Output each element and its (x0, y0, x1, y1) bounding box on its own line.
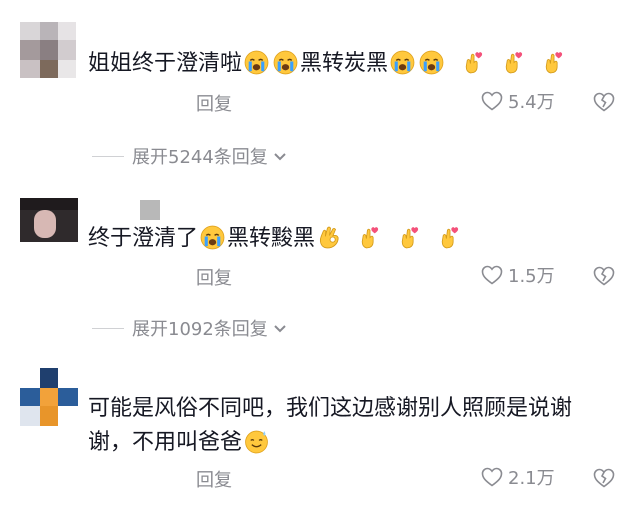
comment-text: 可能是风俗不同吧，我们这边感谢别人照顾是说谢 (88, 396, 573, 421)
divider-line (92, 327, 124, 329)
avatar[interactable] (20, 198, 78, 242)
comment-text-part: 姐姐终于澄清啦 (88, 51, 243, 76)
avatar[interactable] (20, 368, 78, 426)
like-count: 2.1万 (508, 468, 555, 489)
like-button[interactable]: 5.4万 (480, 88, 555, 114)
expand-replies-label: 展开1092条回复 (132, 319, 268, 340)
comment-text: 姐姐终于澄清啦 黑转炭黑 (88, 46, 568, 82)
crossed-fingers-heart-icon (357, 225, 382, 250)
crying-emoji-icon (200, 225, 225, 250)
heart-outline-icon (480, 89, 504, 113)
reply-button[interactable]: 回复 (196, 264, 232, 290)
expand-replies-label: 展开5244条回复 (132, 147, 268, 168)
reply-button[interactable]: 回复 (196, 466, 232, 492)
broken-heart-icon[interactable] (592, 466, 616, 490)
crying-emoji-icon (390, 50, 415, 75)
expand-replies-button[interactable]: 展开5244条回复 (92, 143, 288, 169)
crossed-fingers-heart-icon (437, 225, 462, 250)
heart-outline-icon (480, 263, 504, 287)
like-count: 5.4万 (508, 92, 555, 113)
expand-replies-button[interactable]: 展开1092条回复 (92, 315, 288, 341)
crossed-fingers-heart-icon (397, 225, 422, 250)
ok-hand-emoji-icon (317, 225, 342, 250)
heart-outline-icon (480, 465, 504, 489)
broken-heart-icon[interactable] (592, 90, 616, 114)
like-button[interactable]: 2.1万 (480, 464, 555, 490)
comment-text-part: 终于澄清了 (88, 226, 199, 251)
comment-text: 终于澄清了 黑转黢黑 (88, 221, 464, 257)
chevron-down-icon (272, 148, 288, 164)
crossed-fingers-heart-icon (501, 50, 526, 75)
crying-emoji-icon (244, 50, 269, 75)
chevron-down-icon (272, 320, 288, 336)
crying-emoji-icon (273, 50, 298, 75)
sweat-smile-emoji-icon (244, 429, 269, 454)
avatar[interactable] (20, 22, 76, 78)
crossed-fingers-heart-icon (461, 50, 486, 75)
like-button[interactable]: 1.5万 (480, 262, 555, 288)
avatar-badge (140, 200, 160, 220)
comment-text-part: 黑转炭黑 (300, 51, 389, 76)
comment-text-part: 谢，不用叫爸爸 (88, 430, 243, 455)
broken-heart-icon[interactable] (592, 264, 616, 288)
crying-emoji-icon (419, 50, 444, 75)
like-count: 1.5万 (508, 266, 555, 287)
comment-text-part: 黑转黢黑 (227, 226, 316, 251)
reply-button[interactable]: 回复 (196, 90, 232, 116)
crossed-fingers-heart-icon (541, 50, 566, 75)
comment-text: 谢，不用叫爸爸 (88, 425, 271, 461)
divider-line (92, 155, 124, 157)
